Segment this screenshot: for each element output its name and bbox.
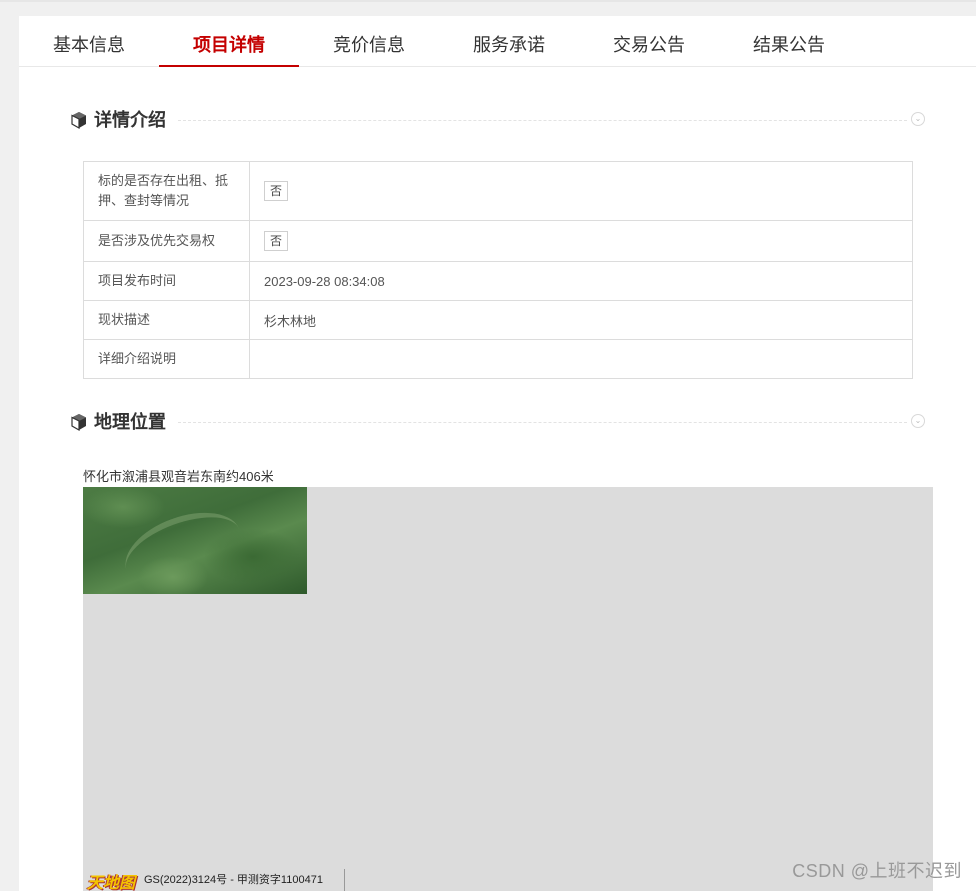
map-divider — [344, 869, 345, 891]
map-view[interactable]: 天地图 GS(2022)3124号 - 甲测资字1100471 — [83, 487, 933, 891]
tianditu-logo: 天地图 — [87, 873, 136, 891]
location-address: 怀化市溆浦县观音岩东南约406米 — [83, 469, 274, 484]
map-license-text: GS(2022)3124号 - 甲测资字1100471 — [144, 874, 323, 886]
row-value: 否 — [249, 161, 913, 221]
detail-section-title: 详情介绍 — [94, 110, 166, 130]
project-page: 基本信息 项目详情 竞价信息 服务承诺 交易公告 结果公告 详情介绍 ⌄ 标的是… — [19, 16, 976, 891]
row-value: 否 — [249, 220, 913, 262]
row-label: 项目发布时间 — [83, 261, 250, 301]
satellite-map-tile — [83, 487, 307, 594]
csdn-watermark: CSDN @上班不迟到 — [792, 861, 962, 881]
table-row: 详细介绍说明 — [83, 339, 913, 379]
tab-service-commitment[interactable]: 服务承诺 — [439, 16, 579, 66]
location-section-title: 地理位置 — [94, 412, 166, 432]
tab-bidding-info[interactable]: 竞价信息 — [299, 16, 439, 66]
table-row: 标的是否存在出租、抵押、查封等情况 否 — [83, 161, 913, 221]
section-divider — [178, 120, 907, 121]
cube-icon — [71, 414, 86, 431]
value-badge: 否 — [264, 181, 289, 201]
section-divider — [178, 422, 907, 423]
row-value: 2023-09-28 08:34:08 — [249, 261, 913, 301]
tab-basic-info[interactable]: 基本信息 — [19, 16, 159, 66]
tab-result-notice[interactable]: 结果公告 — [719, 16, 859, 66]
row-label: 现状描述 — [83, 300, 250, 340]
collapse-toggle-icon[interactable]: ⌄ — [911, 414, 925, 428]
table-row: 是否涉及优先交易权 否 — [83, 220, 913, 262]
collapse-toggle-icon[interactable]: ⌄ — [911, 112, 925, 126]
tab-transaction-notice[interactable]: 交易公告 — [579, 16, 719, 66]
row-value: 杉木林地 — [249, 300, 913, 340]
table-row: 项目发布时间 2023-09-28 08:34:08 — [83, 261, 913, 301]
row-label: 是否涉及优先交易权 — [83, 220, 250, 262]
row-value — [249, 339, 913, 379]
row-label: 详细介绍说明 — [83, 339, 250, 379]
detail-table: 标的是否存在出租、抵押、查封等情况 否 是否涉及优先交易权 否 项目发布时间 2… — [83, 161, 913, 379]
tab-bar: 基本信息 项目详情 竞价信息 服务承诺 交易公告 结果公告 — [19, 16, 976, 67]
table-row: 现状描述 杉木林地 — [83, 300, 913, 340]
top-border — [0, 0, 976, 2]
cube-icon — [71, 112, 86, 129]
map-attribution: 天地图 GS(2022)3124号 - 甲测资字1100471 — [83, 865, 345, 891]
row-label: 标的是否存在出租、抵押、查封等情况 — [83, 161, 250, 221]
location-section-header: 地理位置 ⌄ — [70, 410, 925, 434]
value-badge: 否 — [264, 231, 289, 251]
tab-project-detail[interactable]: 项目详情 — [159, 16, 299, 67]
detail-section-header: 详情介绍 ⌄ — [70, 108, 925, 132]
